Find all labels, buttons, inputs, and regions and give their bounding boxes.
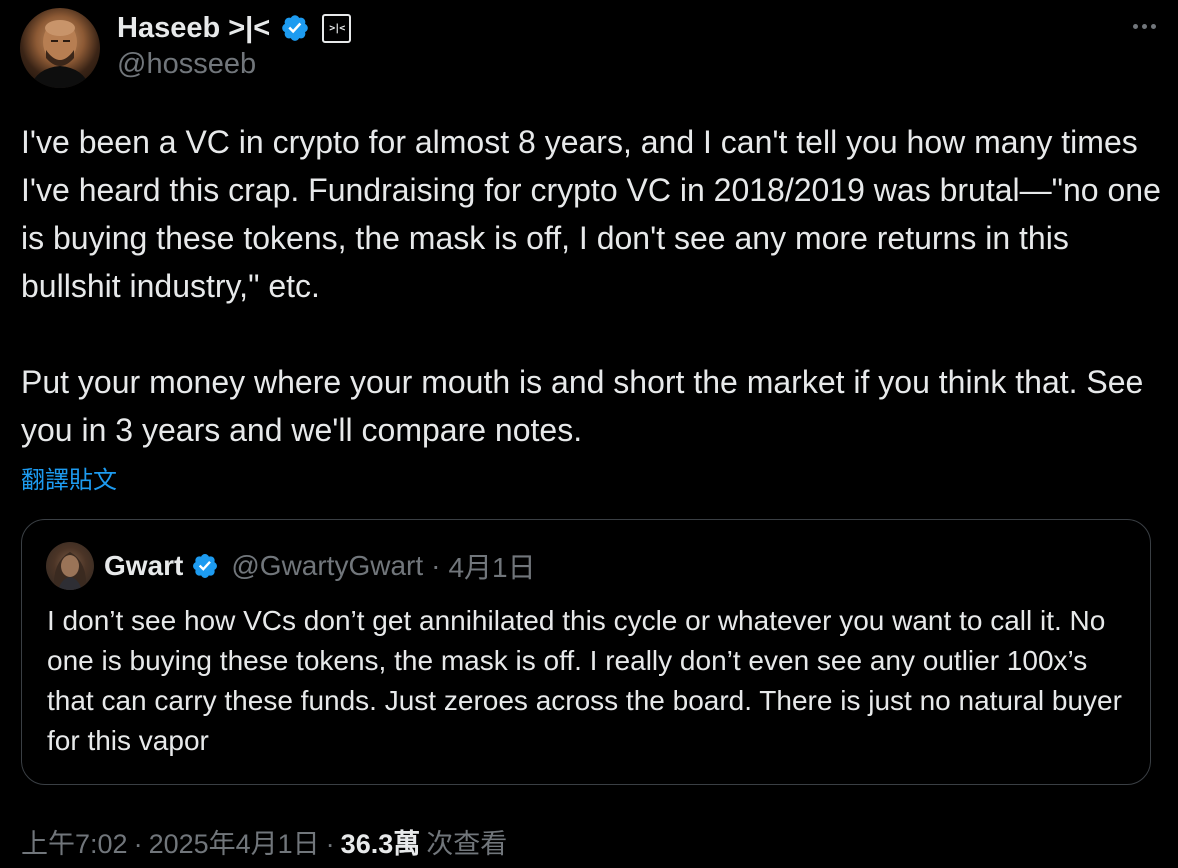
author-handle[interactable]: @hosseeb	[117, 48, 256, 81]
author-avatar[interactable]	[20, 8, 100, 88]
separator-dot: ·	[325, 829, 335, 859]
more-options-icon[interactable]	[1126, 14, 1162, 38]
tweet-date[interactable]: 2025年4月1日	[149, 822, 320, 861]
views-label: 次查看	[426, 829, 508, 859]
quoted-author-avatar[interactable]	[46, 542, 94, 590]
separator-dot: ·	[431, 550, 441, 581]
quoted-tweet-date: 4月1日	[448, 552, 536, 583]
author-display-name[interactable]: Haseeb >|<	[117, 12, 270, 45]
translate-post-link[interactable]: 翻譯貼文	[21, 460, 117, 495]
quoted-tweet-header: Gwart @GwartyGwart · 4月1日	[46, 542, 536, 590]
quoted-tweet-text: I don’t see how VCs don’t get annihilate…	[47, 605, 1130, 756]
verified-badge-icon[interactable]	[280, 13, 310, 43]
tweet-text: I've been a VC in crypto for almost 8 ye…	[21, 124, 1161, 448]
tweet-time[interactable]: 上午7:02	[21, 822, 128, 861]
dot-icon	[1132, 23, 1138, 29]
verified-badge-icon	[193, 554, 218, 578]
affiliate-badge-icon[interactable]: >|<	[322, 13, 352, 43]
quoted-author-handle: @GwartyGwart	[231, 550, 424, 581]
quoted-author-name: Gwart	[104, 550, 184, 581]
profile-photo-icon	[53, 552, 87, 590]
views-count: 36.3萬	[340, 829, 421, 859]
author-name-row: Haseeb >|< >|<	[117, 10, 352, 46]
dot-icon	[1141, 23, 1147, 29]
profile-photo-icon	[30, 20, 90, 88]
tweet: Haseeb >|< >|< @hosseeb I've been a VC i…	[0, 0, 1178, 868]
tweet-meta: 上午7:02 · 2025年4月1日 · 36.3萬 次查看	[21, 822, 507, 861]
quoted-tweet-card[interactable]: Gwart @GwartyGwart · 4月1日 I don’t see ho…	[21, 519, 1151, 785]
dot-icon	[1150, 23, 1156, 29]
separator-dot: ·	[133, 829, 143, 859]
